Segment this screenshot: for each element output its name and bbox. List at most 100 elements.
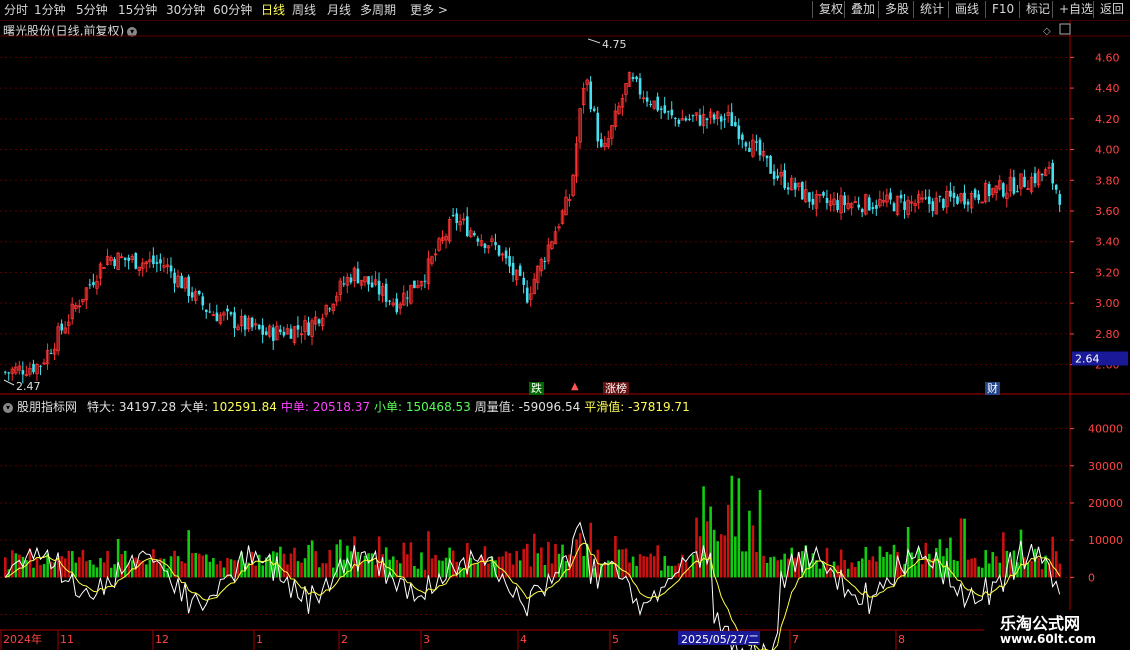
volume-bar	[638, 554, 642, 578]
volume-bar	[152, 549, 155, 578]
volume-bar	[723, 535, 727, 578]
volume-bar	[42, 564, 46, 578]
volume-bar	[966, 559, 970, 578]
candle-body	[504, 250, 508, 259]
candle-body	[296, 325, 300, 330]
volume-bar	[621, 549, 624, 578]
candle-body	[4, 371, 7, 373]
volume-bar	[293, 547, 296, 578]
candle-body	[272, 327, 275, 341]
candle-body	[811, 198, 815, 205]
volume-bar	[1037, 557, 1040, 578]
candle-body	[49, 352, 53, 354]
event-tag-limit-list[interactable]: 涨榜	[603, 382, 629, 395]
volume-bar	[755, 551, 758, 578]
candle-body	[705, 118, 709, 121]
time-label: 3	[423, 633, 430, 646]
volume-bar	[790, 547, 794, 578]
panel-toggle-icon[interactable]	[1059, 23, 1071, 35]
volume-bar	[92, 564, 95, 578]
high-annotation: 4.75	[602, 38, 627, 51]
volume-bar	[18, 554, 21, 578]
time-label: 7	[792, 633, 799, 646]
candle-body	[631, 76, 635, 80]
price-label: 2.80	[1095, 328, 1120, 341]
price-label: 3.80	[1095, 174, 1120, 187]
volume-bar	[850, 562, 853, 578]
candle-body	[667, 111, 670, 113]
candle-body	[317, 319, 321, 324]
candle-body	[123, 257, 127, 260]
volume-bar	[197, 553, 201, 578]
candle-body	[677, 119, 681, 124]
event-tag-finance[interactable]: 财	[985, 382, 1000, 395]
volume-bar	[413, 566, 416, 578]
volume-bar	[416, 568, 420, 578]
indicator-header: ▾ 股朋指标网 特大: 34197.28 大单: 102591.84 中单: 20518…	[3, 398, 698, 415]
chevron-down-icon[interactable]: ▾	[3, 402, 13, 413]
volume-bar	[610, 562, 614, 578]
volume-bar	[32, 567, 35, 578]
candle-body	[211, 314, 216, 317]
volume-bar	[892, 544, 896, 578]
candle-body	[843, 195, 846, 206]
volume-bar	[917, 548, 921, 578]
candle-body	[1033, 173, 1037, 184]
candle-body	[857, 204, 861, 208]
candle-body	[755, 141, 758, 143]
candle-body	[465, 216, 469, 237]
indicator-value-7: -37819.71	[628, 400, 690, 414]
time-label: 12	[155, 633, 169, 646]
candle-body	[684, 118, 688, 121]
volume-bar	[183, 563, 187, 578]
candle-body	[949, 190, 952, 197]
volume-bar	[78, 557, 81, 578]
volume-bar	[420, 552, 423, 578]
candle-body	[723, 118, 727, 120]
candle-body	[508, 255, 511, 267]
candle-body	[688, 118, 691, 120]
candle-body	[765, 155, 769, 159]
volume-bar	[427, 531, 430, 578]
volume-bar	[878, 546, 882, 578]
indicator-label: 10000	[1088, 534, 1123, 547]
candle-body	[836, 200, 839, 211]
candle-body	[737, 125, 741, 139]
candle-body	[670, 109, 674, 116]
volume-bar	[882, 556, 885, 578]
time-label: 4	[520, 633, 527, 646]
volume-bar	[843, 560, 846, 578]
event-tag-fall[interactable]: 跌	[529, 382, 544, 395]
volume-bar	[564, 560, 568, 578]
candle-body	[205, 309, 208, 312]
volume-bar	[543, 565, 547, 578]
candle-body	[159, 259, 162, 264]
volume-bar	[984, 550, 988, 578]
volume-bar	[994, 556, 998, 578]
price-label: 4.40	[1095, 82, 1120, 95]
volume-bar	[656, 545, 660, 578]
diamond-icon[interactable]: ◇	[1043, 26, 1051, 37]
candle-body	[589, 81, 593, 110]
candle-body	[783, 170, 786, 189]
candle-body	[377, 280, 381, 295]
candle-body	[931, 201, 935, 211]
time-label: 5	[612, 633, 619, 646]
volume-bar	[959, 518, 963, 578]
volume-bar	[113, 564, 116, 578]
time-label: 11	[60, 633, 74, 646]
volume-bar	[987, 563, 991, 578]
candle-body	[201, 296, 205, 306]
candle-body	[388, 300, 392, 302]
volume-bar	[659, 570, 663, 578]
candle-body	[21, 370, 25, 375]
kline-chart[interactable]: 4.60 4.40 4.20 4.00 3.80 3.60 3.40 3.20 3.00 2.80…	[0, 0, 1130, 650]
volume-bar	[1002, 532, 1005, 578]
volume-bar	[652, 556, 656, 578]
candle-body	[656, 96, 660, 111]
candle-body	[264, 331, 268, 335]
candle-body	[748, 147, 751, 152]
volume-bar	[511, 564, 515, 578]
candle-body	[173, 272, 176, 284]
volume-bar	[875, 561, 878, 578]
